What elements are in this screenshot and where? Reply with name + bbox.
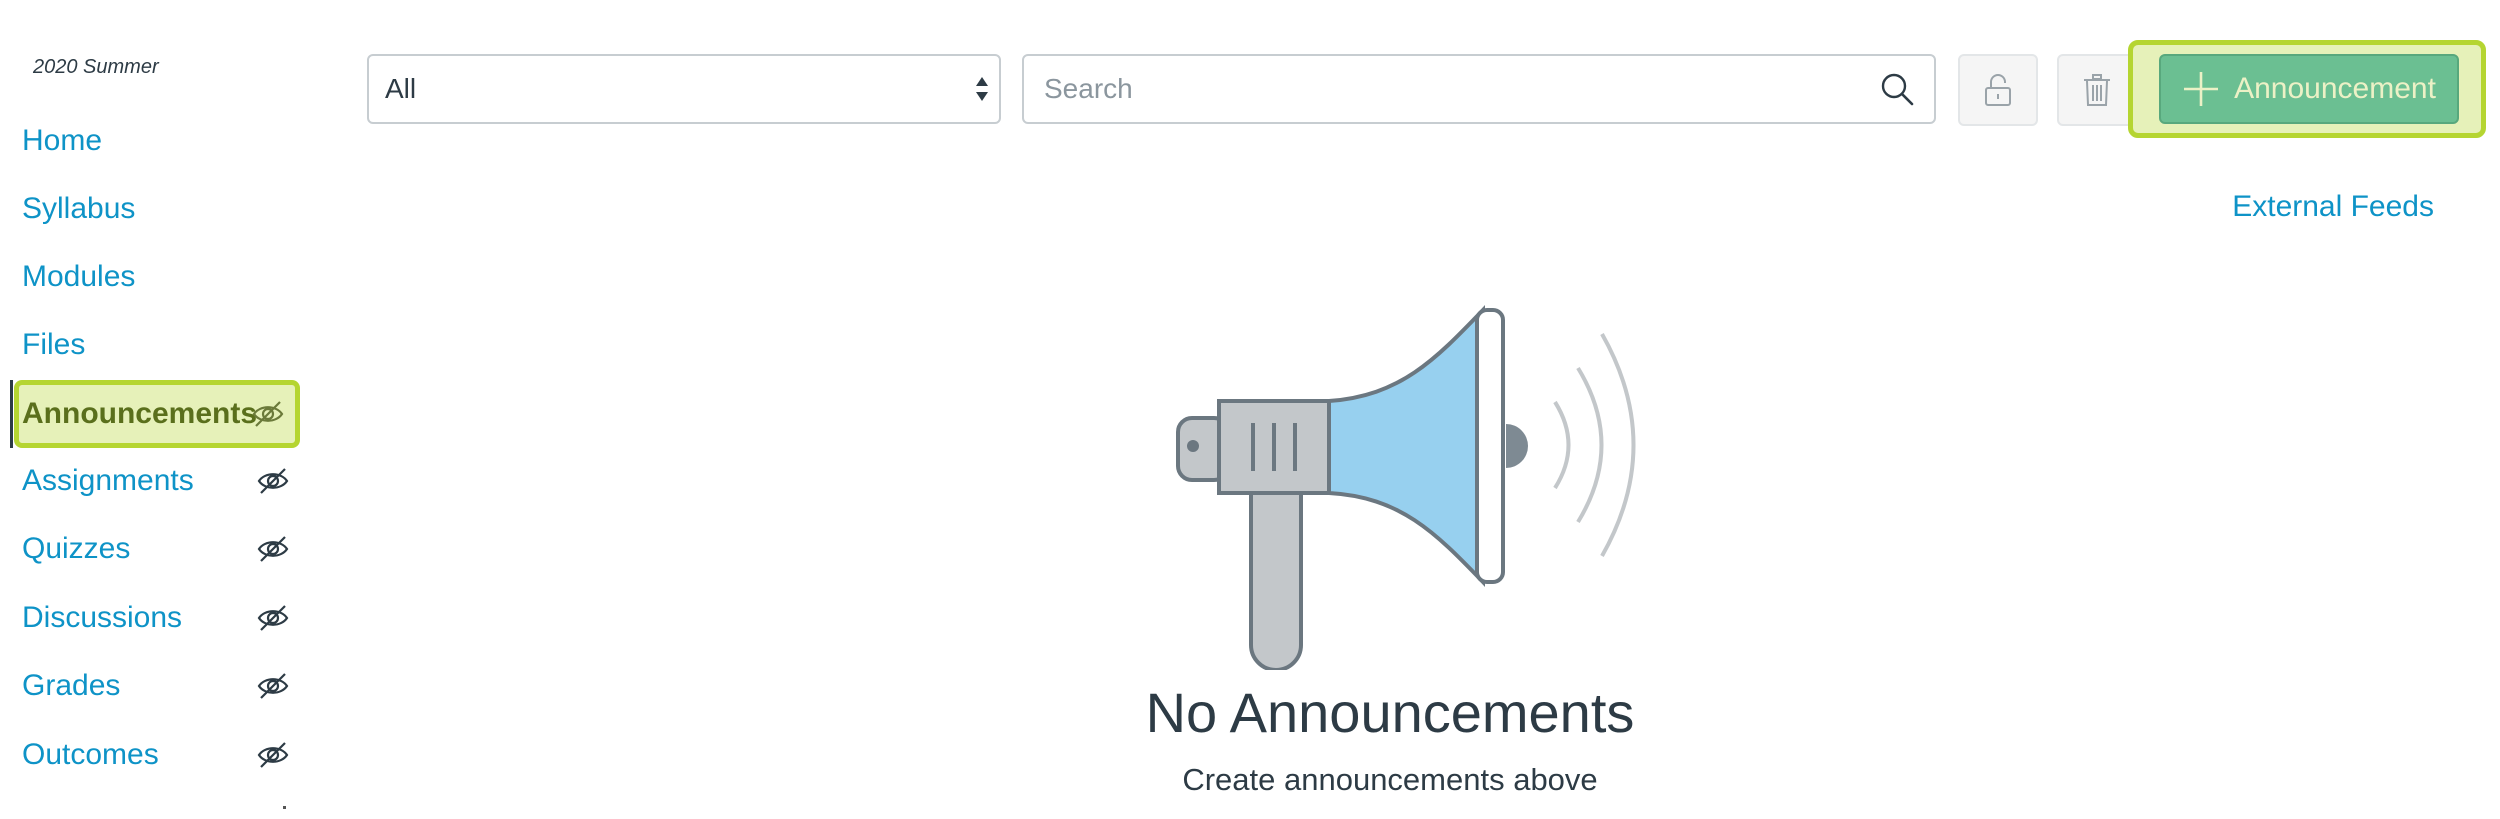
eye-slash-icon: [252, 401, 284, 427]
search-icon: [1881, 73, 1914, 106]
search-field[interactable]: [1022, 54, 1936, 124]
term-label: 2020 Summer: [33, 56, 159, 78]
add-announcement-button[interactable]: Announcement: [2159, 54, 2459, 124]
sidebar-item-label: Quizzes: [22, 532, 131, 565]
add-announcement-label: Announcement: [2234, 72, 2436, 105]
sidebar-item-announcements[interactable]: Announcements: [14, 380, 300, 448]
empty-state-subtitle: Create announcements above: [1182, 762, 1598, 797]
announcements-page: 2020 Summer Home Syllabus Modules Files …: [0, 0, 2500, 819]
select-arrows-icon: [976, 77, 988, 101]
megaphone-icon: [1176, 305, 1636, 670]
sidebar-item-label: Home: [22, 124, 103, 157]
sidebar-item-label: Assignments: [22, 464, 194, 497]
sidebar-item-label: Announcements: [22, 397, 258, 430]
sidebar-item-label: Syllabus: [22, 192, 136, 225]
eye-slash-icon[interactable]: [256, 466, 290, 496]
sidebar-item-label: Files: [22, 328, 86, 361]
sidebar-item-modules[interactable]: Modules: [14, 246, 300, 308]
lock-button[interactable]: [1958, 54, 2038, 126]
plus-icon: [2184, 72, 2219, 106]
delete-button[interactable]: [2057, 54, 2137, 126]
trash-icon: [2084, 74, 2110, 106]
filter-select[interactable]: All: [367, 54, 1001, 124]
sidebar-item-home[interactable]: Home: [14, 110, 300, 172]
sidebar-item-syllabus[interactable]: Syllabus: [14, 178, 300, 240]
sidebar-item-label: Discussions: [22, 601, 183, 634]
eye-slash-icon[interactable]: [256, 534, 290, 564]
sidebar-item-assignments[interactable]: Assignments: [14, 450, 300, 512]
filter-select-value: All: [385, 73, 417, 104]
active-indicator: [10, 380, 13, 448]
sidebar-item-label: Modules: [22, 260, 136, 293]
external-feeds-link[interactable]: External Feeds: [2232, 190, 2434, 224]
sidebar-item-quizzes[interactable]: Quizzes: [14, 518, 300, 580]
unlock-icon: [1985, 74, 2011, 106]
overflow-indicator: [283, 806, 286, 809]
sidebar-item-discussions[interactable]: Discussions: [14, 587, 300, 649]
sidebar-item-files[interactable]: Files: [14, 314, 300, 376]
eye-slash-icon[interactable]: [256, 603, 290, 633]
empty-state-title: No Announcements: [1145, 681, 1635, 744]
search-input[interactable]: [1044, 56, 1864, 122]
